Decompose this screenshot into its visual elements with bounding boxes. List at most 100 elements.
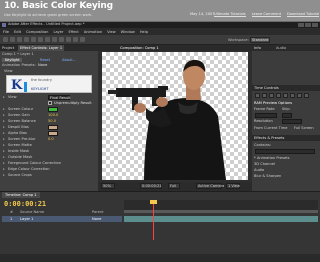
- effects-search-input[interactable]: [255, 149, 315, 154]
- play-icon[interactable]: [269, 93, 274, 98]
- skip-field[interactable]: [282, 113, 292, 118]
- about-link[interactable]: About...: [62, 58, 76, 62]
- stopwatch-icon[interactable]: ▸: [3, 107, 5, 111]
- audio-icon[interactable]: [290, 93, 295, 98]
- full-screen[interactable]: Full Screen: [294, 126, 314, 130]
- despill-bias-swatch[interactable]: [48, 125, 58, 130]
- loop-icon[interactable]: [297, 93, 302, 98]
- tab-effects-presets[interactable]: Effects & Presets: [254, 136, 284, 140]
- selection-tool-icon[interactable]: [3, 37, 8, 42]
- menu-window[interactable]: Window: [121, 30, 135, 34]
- tab-composition[interactable]: Composition: Comp 1: [118, 45, 161, 51]
- playhead-handle[interactable]: [150, 200, 157, 204]
- prev-frame-icon[interactable]: [262, 93, 267, 98]
- minimize-icon[interactable]: [298, 23, 304, 27]
- effect-name[interactable]: Keylight: [2, 58, 23, 62]
- workspace-select[interactable]: Standard: [250, 37, 270, 43]
- menu-edit[interactable]: Edit: [14, 30, 21, 34]
- link-download-tutorial[interactable]: Download Tutorial: [287, 12, 320, 17]
- twirl-icon[interactable]: ▸: [3, 167, 5, 171]
- layer-row[interactable]: 1 Layer 1 None: [2, 216, 122, 222]
- menu-file[interactable]: File: [3, 30, 9, 34]
- tutorial-links: Ultimate Tutorials Leave Comment Downloa…: [214, 12, 320, 17]
- mask-tool-icon[interactable]: [45, 37, 50, 42]
- twirl-icon[interactable]: ▸: [3, 173, 5, 177]
- pen-tool-icon[interactable]: [52, 37, 57, 42]
- prop-screen-colour-name: Screen Colour: [8, 107, 34, 111]
- close-icon[interactable]: [312, 23, 318, 27]
- playhead-line[interactable]: [153, 200, 154, 240]
- menu-view[interactable]: View: [107, 30, 116, 34]
- twirl-icon[interactable]: ▸: [3, 161, 5, 165]
- reset-link[interactable]: Reset: [40, 58, 50, 62]
- tutorial-title: 10. Basic Color Keying: [4, 1, 113, 11]
- layer-parent[interactable]: None: [92, 217, 101, 221]
- menu-help[interactable]: Help: [140, 30, 148, 34]
- hand-tool-icon[interactable]: [10, 37, 15, 42]
- timeline-columns: # Source Name Parent: [2, 210, 122, 215]
- clone-tool-icon[interactable]: [73, 37, 78, 42]
- preview-resolution-field[interactable]: [282, 119, 302, 124]
- effects-item-blur-sharpen[interactable]: Blur & Sharpen: [254, 174, 281, 178]
- ram-preview-icon[interactable]: [304, 93, 309, 98]
- prop-view-dropdown[interactable]: Final Result: [48, 95, 71, 100]
- twirl-icon[interactable]: ▸: [3, 119, 5, 123]
- menu-bar: File Edit Composition Layer Effect Anima…: [0, 28, 320, 35]
- twirl-icon[interactable]: ▸: [3, 113, 5, 117]
- window-controls: [298, 23, 318, 27]
- effects-presets-tab: Effects & Presets: [252, 135, 320, 141]
- next-frame-icon[interactable]: [276, 93, 281, 98]
- contains-label: Contains:: [254, 143, 271, 147]
- time-controls-tab: Time Controls: [252, 85, 320, 91]
- animation-presets-select[interactable]: None: [38, 63, 47, 67]
- app-icon: [2, 23, 6, 27]
- effects-item-3d-channel[interactable]: 3D Channel: [254, 162, 275, 166]
- prop-screen-preblur-value[interactable]: 0.0: [48, 137, 54, 141]
- brush-tool-icon[interactable]: [66, 37, 71, 42]
- tab-time-controls[interactable]: Time Controls: [254, 86, 279, 90]
- current-time-display[interactable]: 0:00:00:21: [4, 200, 46, 208]
- zoom-tool-icon[interactable]: [17, 37, 22, 42]
- timeline-footer: [0, 254, 320, 262]
- first-frame-icon[interactable]: [255, 93, 260, 98]
- prop-source-crops-name: Source Crops: [8, 173, 32, 177]
- twirl-icon[interactable]: ▸: [3, 155, 5, 159]
- twirl-icon[interactable]: ▸: [3, 143, 5, 147]
- prop-screen-balance-value[interactable]: 50.0: [48, 119, 56, 123]
- tab-timeline[interactable]: Timeline: Comp 1: [2, 192, 40, 198]
- prop-screen-gain-value[interactable]: 100.0: [48, 113, 58, 117]
- last-frame-icon[interactable]: [283, 93, 288, 98]
- tab-audio[interactable]: Audio: [276, 46, 286, 50]
- tab-effect-controls[interactable]: Effect Controls: Layer 1: [18, 45, 65, 51]
- rotate-tool-icon[interactable]: [24, 37, 29, 42]
- menu-composition[interactable]: Composition: [26, 30, 48, 34]
- twirl-icon[interactable]: ▸: [3, 131, 5, 135]
- link-leave-comment[interactable]: Leave Comment: [251, 12, 282, 17]
- tab-project[interactable]: Project: [0, 45, 16, 51]
- eraser-tool-icon[interactable]: [80, 37, 85, 42]
- text-tool-icon[interactable]: [59, 37, 64, 42]
- twirl-icon[interactable]: ▸: [3, 125, 5, 129]
- effects-item-animation-presets[interactable]: * Animation Presets: [254, 156, 289, 160]
- link-ultimate-tutorials[interactable]: Ultimate Tutorials: [214, 12, 246, 17]
- comp-viewer[interactable]: [102, 52, 248, 180]
- left-panel-tabs: Project Effect Controls: Layer 1: [0, 45, 98, 51]
- tab-info[interactable]: Info: [254, 46, 261, 50]
- maximize-icon[interactable]: [305, 23, 311, 27]
- layer-name[interactable]: Layer 1: [20, 217, 33, 221]
- menu-animation[interactable]: Animation: [84, 30, 102, 34]
- twirl-icon[interactable]: ▸: [3, 137, 5, 141]
- camera-tool-icon[interactable]: [31, 37, 36, 42]
- screen-colour-swatch[interactable]: [48, 107, 58, 112]
- unpremultiply-checkbox[interactable]: [48, 101, 52, 105]
- menu-layer[interactable]: Layer: [53, 30, 63, 34]
- twirl-icon[interactable]: ▸: [3, 149, 5, 153]
- alpha-bias-swatch[interactable]: [48, 131, 58, 136]
- prop-source-crops[interactable]: ▸ Source Crops: [2, 173, 96, 179]
- menu-effect[interactable]: Effect: [68, 30, 78, 34]
- from-current-time[interactable]: From Current Time: [254, 126, 287, 130]
- comp-footer: 50% 0:00:00:21 Full Active Camera 1 View: [98, 182, 252, 191]
- pan-behind-tool-icon[interactable]: [38, 37, 43, 42]
- frame-rate-field[interactable]: [255, 113, 277, 118]
- effects-item-audio[interactable]: Audio: [254, 168, 264, 172]
